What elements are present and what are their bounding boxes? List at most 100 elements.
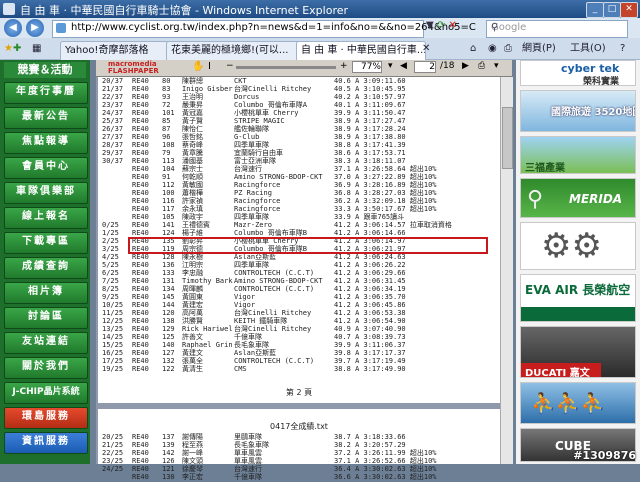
feeds-icon[interactable]: ◉ <box>488 41 497 57</box>
refresh-icon[interactable]: ⟳ <box>437 20 445 31</box>
sidebar-item-calendar[interactable]: 年度行事曆 <box>4 82 88 104</box>
close-button[interactable]: ✕ <box>620 2 638 18</box>
sidebar-item-info-service[interactable]: 資訊服務 <box>4 432 88 454</box>
tab-close-icon[interactable]: ✕ <box>422 41 430 57</box>
cell-cls: RE40 <box>132 473 149 481</box>
sidebar-item-label: 車隊俱樂部 <box>16 186 76 197</box>
tools-menu[interactable]: 工具(O) <box>570 41 606 57</box>
sidebar-item-label: 討論區 <box>28 311 64 322</box>
tab-label: 花東美麗的極境鄉!(可以... <box>171 45 289 56</box>
sidebar-heading: 競賽＆活動 <box>4 62 86 78</box>
ad-bike-photo[interactable]: ⚙⚙ <box>520 222 636 270</box>
cell-cls: RE40 <box>132 365 149 373</box>
zoom-in-icon[interactable]: + <box>340 61 348 71</box>
flashpaper-logo: macromedia FLASHPAPER <box>108 60 159 75</box>
maximize-button[interactable]: □ <box>603 2 621 18</box>
pdf-menu-icon[interactable]: ▾ <box>494 61 499 71</box>
tab-label: Yahoo!奇摩部落格 <box>65 45 149 56</box>
ad-riders-photo[interactable]: ⛹⛹⛹ <box>520 382 636 424</box>
sidebar-item-clubs[interactable]: 車隊俱樂部 <box>4 182 88 204</box>
back-arrow-icon[interactable]: ◀ <box>4 19 22 37</box>
sidebar-item-island-service[interactable]: 環島服務 <box>4 407 88 429</box>
sidebar-item-links[interactable]: 友站連結 <box>4 332 88 354</box>
ad-label: MERIDA <box>569 192 623 206</box>
tab-list-icon[interactable]: ▦ <box>32 41 41 57</box>
ad-label: 三福產業 <box>525 163 565 174</box>
sidebar-item-results[interactable]: 成績查詢 <box>4 257 88 279</box>
refresh-stop-controls[interactable]: ▼ ⟳ ✕ <box>426 20 478 36</box>
tab-yahoo-blog[interactable]: Yahoo!奇摩部落格 <box>60 41 170 60</box>
search-icon[interactable]: ⚲ <box>491 22 625 33</box>
sidebar-item-label: J-CHIP晶片系統 <box>12 387 80 397</box>
address-input[interactable]: http://www.cyclist.org.tw/index.php?n=ne… <box>52 20 476 38</box>
scrollbar-thumb[interactable] <box>502 107 513 169</box>
sidebar-item-jchip[interactable]: J-CHIP晶片系統 <box>4 382 88 404</box>
dropdown-icon[interactable]: ▼ <box>426 20 434 31</box>
ad-travel-map[interactable]: 國際旅遊 3520地圖 <box>520 90 636 132</box>
ad-eva-stripe <box>521 307 635 321</box>
sidebar-item-news[interactable]: 最新公告 <box>4 107 88 129</box>
pdf-scrollbar[interactable] <box>500 77 513 464</box>
ie-logo-icon <box>3 3 15 15</box>
hand-tool-icon[interactable]: ✋ <box>192 61 204 72</box>
cell-no: 30/37 <box>102 157 124 165</box>
text-select-icon[interactable]: I <box>208 61 211 72</box>
cell-time: 36.6 A 3:30:02.63 超出10% <box>334 473 437 481</box>
zoom-dropdown-icon[interactable]: ▾ <box>388 61 393 71</box>
pdf-page: 20/37 RE40 80 陳群總 CKT 40.6 A 3:09:11.60 21/37 R… <box>98 77 500 481</box>
page-break <box>98 403 500 409</box>
zoom-out-icon[interactable]: − <box>226 61 234 71</box>
tab-label: 自 由 車 ‧ 中華民國自行車... <box>301 45 426 56</box>
cell-no: 24/25 <box>102 465 124 473</box>
print-icon[interactable]: ⎙ <box>504 41 512 57</box>
page-icon <box>56 23 66 33</box>
sidebar-item-register[interactable]: 線上報名 <box>4 207 88 229</box>
minimize-button[interactable]: _ <box>586 2 604 18</box>
sidebar-item-forum[interactable]: 討論區 <box>4 307 88 329</box>
favorites-star-icon[interactable]: ★✚ <box>4 41 21 57</box>
cell-name: 李正宏 <box>182 473 203 481</box>
ad-eva-air[interactable]: EVA AIR 長榮航空 <box>520 274 636 322</box>
highlight-box <box>128 237 488 254</box>
page-menu-label: 網頁(P) <box>522 43 556 54</box>
stop-icon[interactable]: ✕ <box>448 20 456 31</box>
forward-arrow-icon[interactable]: ▶ <box>26 19 44 37</box>
sidebar-item-label: 最新公告 <box>22 111 70 122</box>
ad-sanfu[interactable]: 三福產業 <box>520 136 636 174</box>
page-number-input[interactable]: 2 <box>414 61 436 73</box>
watermark: #1309876 <box>573 449 636 462</box>
help-icon[interactable]: ? <box>620 41 625 57</box>
ad-ducati[interactable]: DUCATI 嘉文 <box>520 326 636 378</box>
ad-cybertek[interactable]: cyber tek 榮科實業 <box>520 60 636 86</box>
sidebar-item-label: 友站連結 <box>22 336 70 347</box>
cell-team: 千億車隊 <box>234 473 262 481</box>
tab-cyclist[interactable]: 自 由 車 ‧ 中華民國自行車... <box>296 41 426 60</box>
sidebar-item-members[interactable]: 會員中心 <box>4 157 88 179</box>
cell-team: CMS <box>234 365 247 373</box>
sidebar-item-about[interactable]: 關於我們 <box>4 357 88 379</box>
sponsor-column: cyber tek 榮科實業 國際旅遊 3520地圖 三福產業 MERIDA ⚲… <box>516 60 640 464</box>
sidebar-item-label: 年度行事曆 <box>16 86 76 97</box>
sidebar-item-label: 會員中心 <box>22 161 70 172</box>
search-input[interactable]: Google ⚲ <box>486 20 628 38</box>
home-icon[interactable]: ⌂ <box>470 41 476 57</box>
zoom-value[interactable]: 77% <box>352 61 382 73</box>
sidebar-item-album[interactable]: 相片簿 <box>4 282 88 304</box>
cell-name: 黃清生 <box>182 365 203 373</box>
sidebar-item-download[interactable]: 下載專區 <box>4 232 88 254</box>
page-menu[interactable]: 網頁(P) <box>522 41 556 57</box>
print-pdf-icon[interactable]: ⎙ <box>478 61 485 71</box>
left-sidebar: 競賽＆活動 年度行事曆 最新公告 焦點報導 會員中心 車隊俱樂部 線上報名 下載… <box>0 60 90 464</box>
sidebar-item-label: 關於我們 <box>22 361 70 372</box>
next-page-icon[interactable]: ▶ <box>462 61 469 71</box>
zoom-slider[interactable] <box>236 66 336 69</box>
tab-hualien[interactable]: 花東美麗的極境鄉!(可以... <box>166 41 300 60</box>
ad-label: DUCATI 嘉文 <box>525 368 590 378</box>
ad-merida[interactable]: MERIDA ⚲ <box>520 178 636 218</box>
cell-no: 19/25 <box>102 365 124 373</box>
sidebar-item-focus[interactable]: 焦點報導 <box>4 132 88 154</box>
address-bar-row: ◀ ▶ http://www.cyclist.org.tw/index.php?… <box>0 18 640 38</box>
window-title: 自 由 車 ‧ 中華民國自行車騎士協會 - Windows Internet E… <box>20 4 349 17</box>
prev-page-icon[interactable]: ◀ <box>400 61 407 71</box>
cyclists-photo-icon: ⛹⛹⛹ <box>531 391 606 415</box>
